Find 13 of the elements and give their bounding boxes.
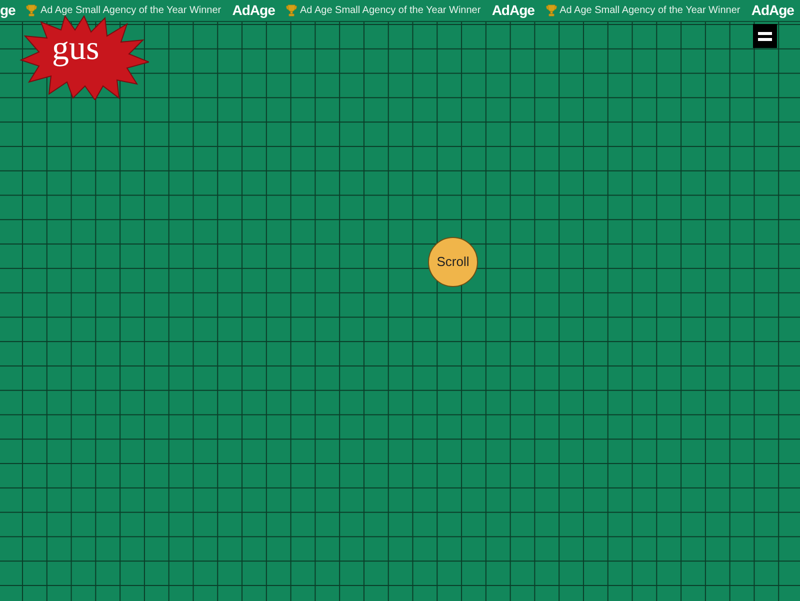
logo-text[interactable]: gus: [52, 32, 100, 66]
award-text: Ad Age Small Agency of the Year Winner: [560, 4, 740, 18]
adage-logo: AdAge: [751, 1, 794, 20]
trophy-icon: [286, 4, 298, 17]
adage-logo: AdAge: [232, 1, 275, 20]
scroll-button[interactable]: Scroll: [428, 237, 478, 287]
trophy-icon: [26, 4, 38, 17]
award-text: Ad Age Small Agency of the Year Winner: [40, 4, 222, 18]
trophy-icon: [546, 4, 557, 17]
menu-button[interactable]: [753, 24, 777, 48]
adage-logo: ge: [0, 1, 16, 20]
adage-logo: AdAge: [492, 1, 534, 20]
award-text: Ad Age Small Agency of the Year Winner: [300, 4, 481, 18]
